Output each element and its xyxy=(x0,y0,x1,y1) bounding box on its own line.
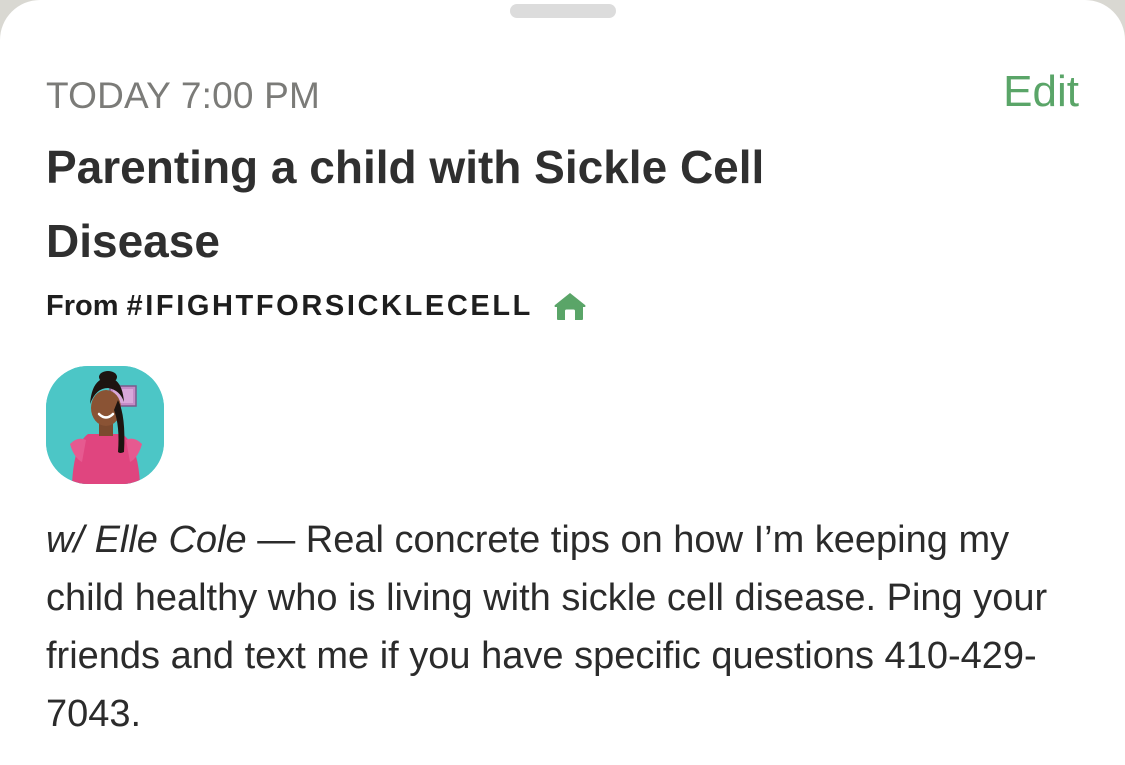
host-prefix: w/ xyxy=(46,519,84,561)
separator: — xyxy=(246,519,306,561)
event-description: w/ Elle Cole — Real concrete tips on how… xyxy=(46,511,1086,743)
host-avatar[interactable] xyxy=(46,366,164,484)
club-name-link[interactable]: #IFIGHTFORSICKLECELL xyxy=(127,290,533,323)
sheet-grabber[interactable] xyxy=(510,4,616,18)
from-label: From xyxy=(46,289,119,322)
edit-button[interactable]: Edit xyxy=(1003,66,1079,118)
club-row: From #IFIGHTFORSICKLECELL xyxy=(46,286,587,326)
event-title: Parenting a child with Sickle Cell Disea… xyxy=(46,141,765,267)
house-icon xyxy=(553,291,587,321)
event-sheet: TODAY 7:00 PM Edit Parenting a child wit… xyxy=(0,0,1125,765)
event-time: TODAY 7:00 PM xyxy=(46,75,321,116)
host-name-link[interactable]: Elle Cole xyxy=(95,519,247,561)
